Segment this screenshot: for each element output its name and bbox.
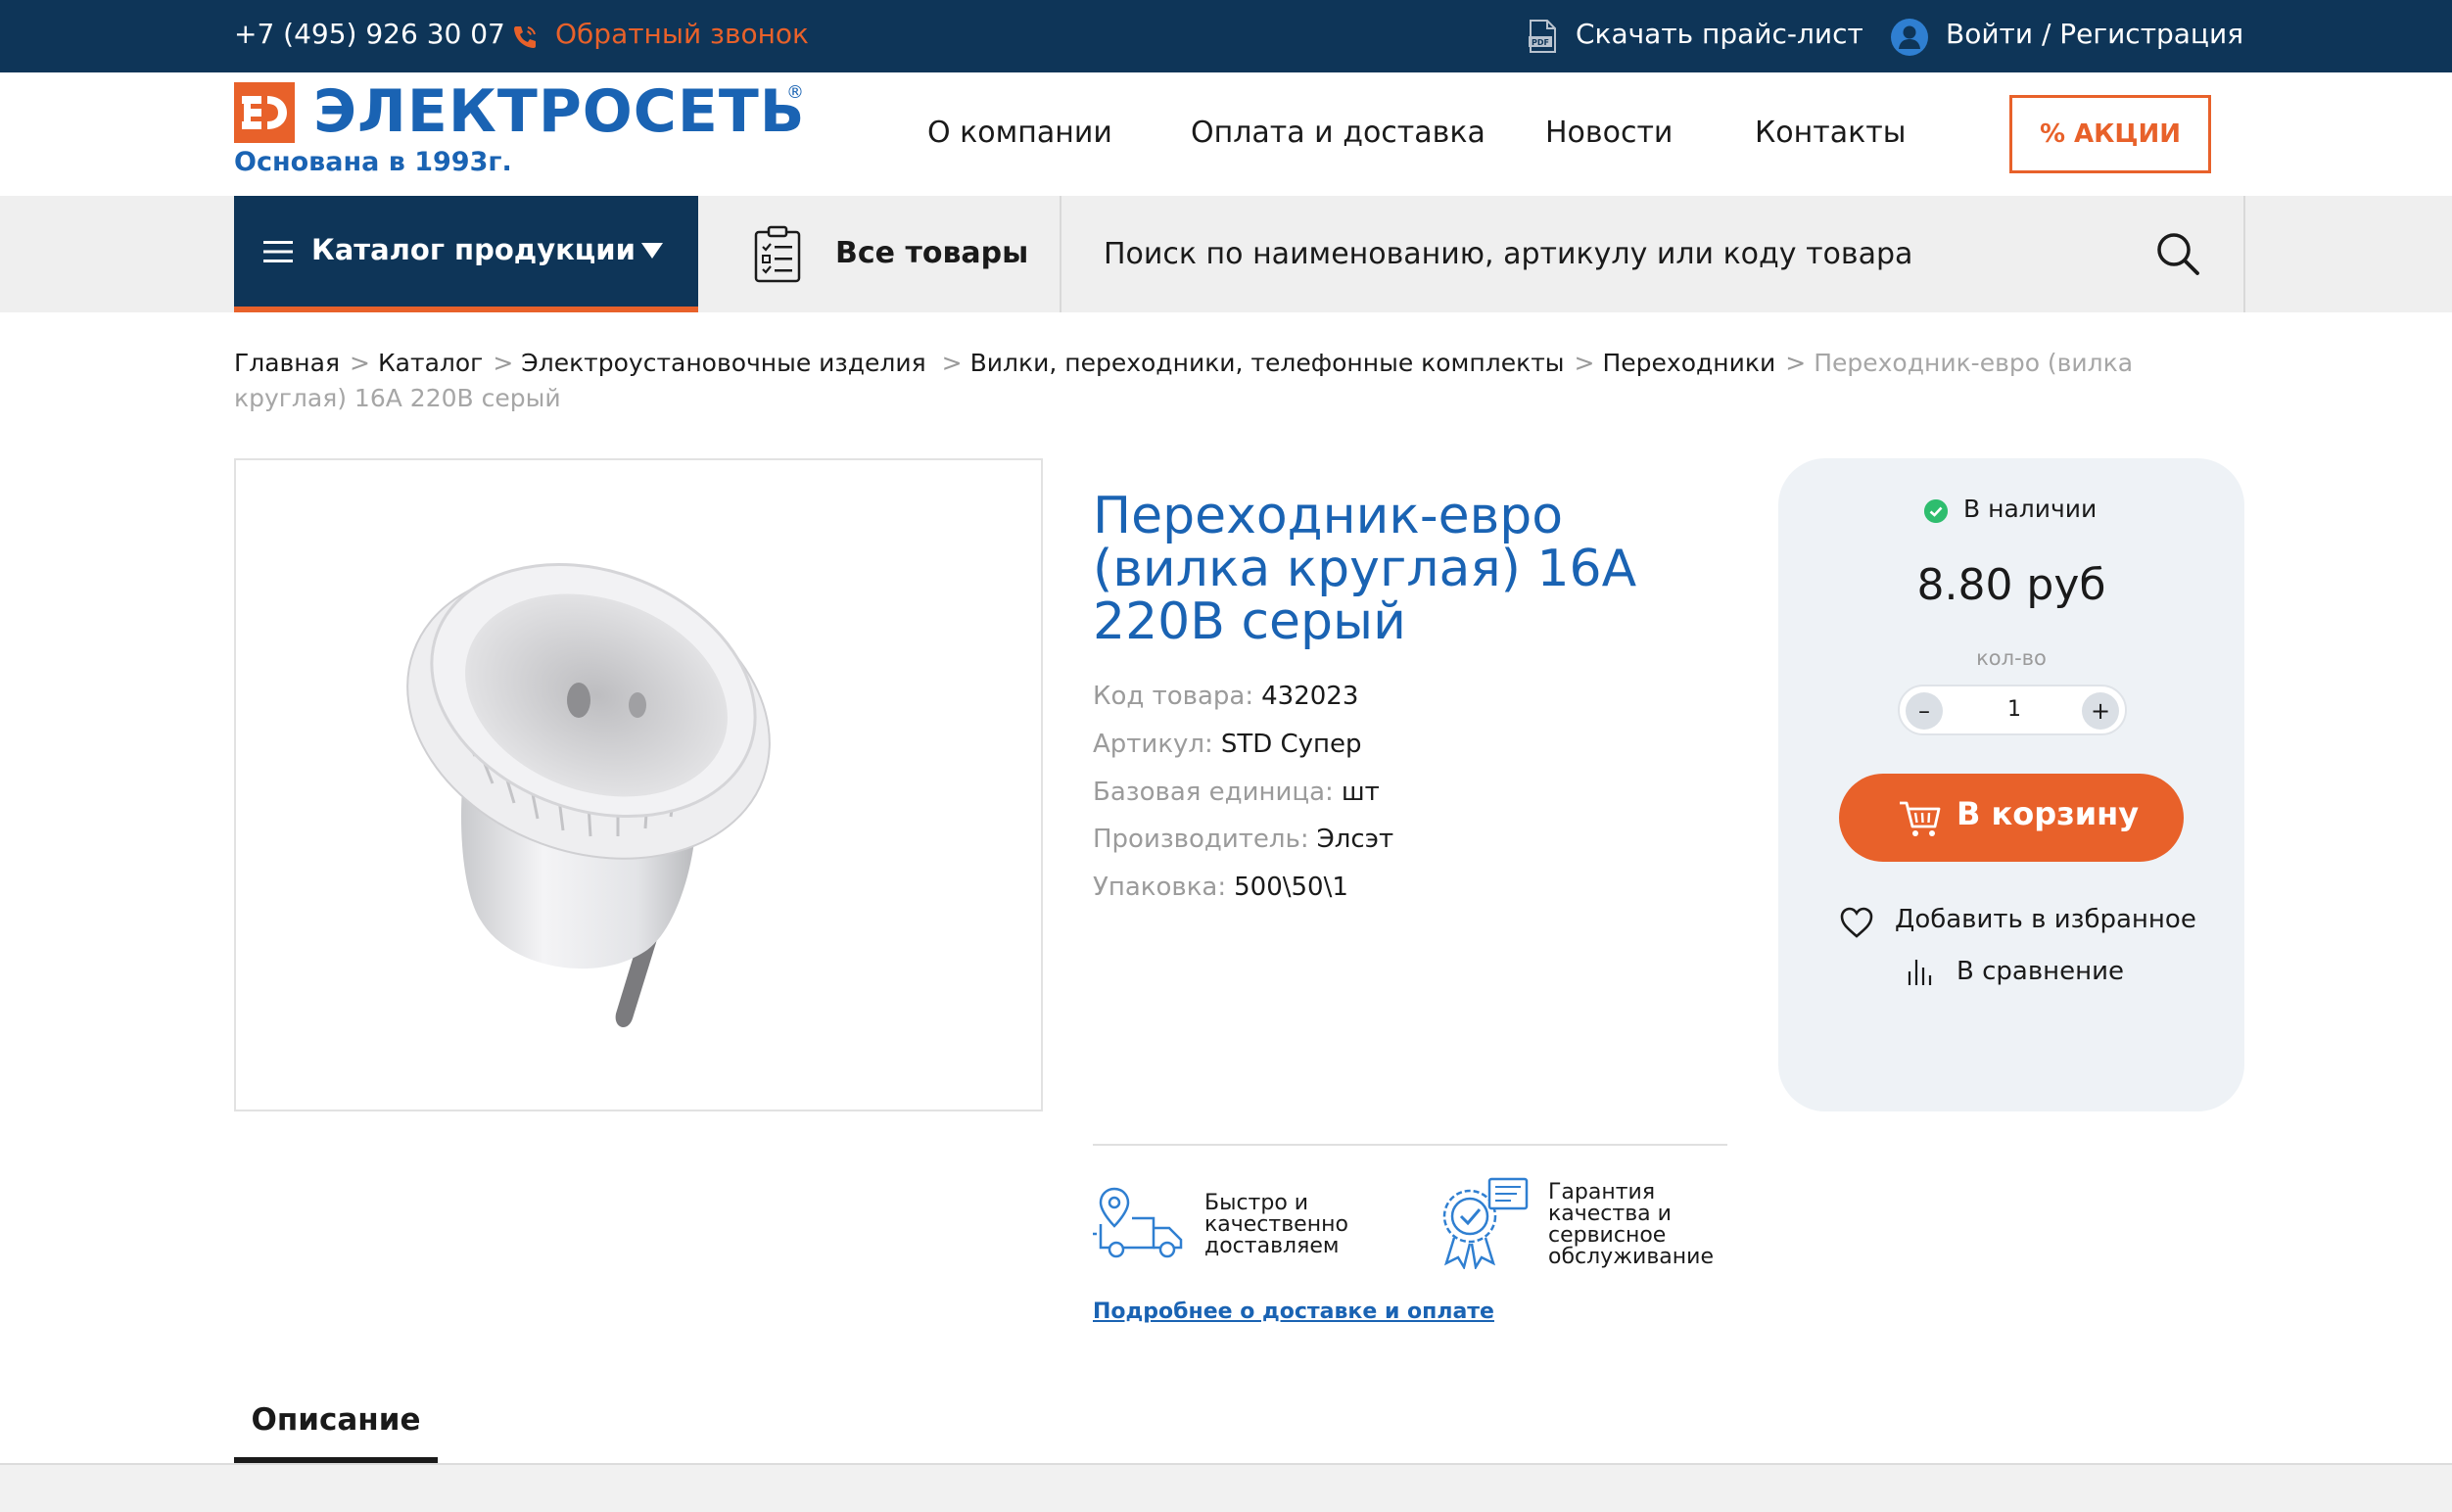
delivery-info-link[interactable]: Подробнее о доставке и оплате — [1093, 1299, 1494, 1324]
product-title: Переходник-евро (вилка круглая) 16А 220В… — [1093, 487, 1637, 651]
check-circle-icon — [1924, 499, 1948, 523]
login-register-link[interactable]: Войти / Регистрация — [1946, 18, 2243, 50]
divider — [2243, 196, 2245, 312]
logo-registered-mark: ® — [786, 82, 804, 103]
add-to-favorites-link[interactable]: Добавить в избранное — [1895, 905, 2196, 934]
pdf-file-icon[interactable]: PDF — [1526, 19, 1559, 54]
search-icon[interactable] — [2154, 230, 2201, 277]
prop-code: Код товара: 432023 — [1093, 682, 1358, 711]
tab-description[interactable]: Описание — [234, 1402, 438, 1438]
prop-unit: Базовая единица: шт — [1093, 778, 1380, 807]
breadcrumb-separator: > — [941, 349, 963, 377]
prop-manufacturer: Производитель: Элсэт — [1093, 825, 1393, 854]
nav-news[interactable]: Новости — [1545, 116, 1673, 150]
breadcrumb-home[interactable]: Главная — [234, 349, 340, 377]
catalog-button[interactable]: Каталог продукции — [234, 196, 698, 312]
prop-label: Артикул: — [1093, 730, 1213, 759]
add-to-cart-label: В корзину — [1957, 795, 2140, 832]
add-to-cart-button[interactable]: В корзину — [1839, 774, 2184, 862]
phone-number[interactable]: +7 (495) 926 30 07 — [234, 18, 505, 50]
divider — [1060, 196, 1061, 312]
logo-mark-icon[interactable] — [234, 82, 295, 143]
breadcrumb-separator: > — [493, 349, 514, 377]
prop-label: Упаковка: — [1093, 873, 1227, 902]
callback-link[interactable]: Обратный звонок — [555, 18, 809, 50]
quantity-increase-button[interactable]: + — [2082, 692, 2119, 730]
prop-label: Базовая единица: — [1093, 778, 1334, 807]
delivery-truck-icon — [1093, 1187, 1183, 1258]
menu-icon — [263, 241, 293, 262]
clipboard-list-icon[interactable] — [753, 225, 802, 284]
quantity-decrease-button[interactable]: – — [1906, 692, 1943, 730]
prop-label: Производитель: — [1093, 825, 1309, 854]
logo-tagline: Основана в 1993г. — [234, 147, 512, 177]
breadcrumb-separator: > — [1574, 349, 1595, 377]
tab-content-area — [0, 1465, 2452, 1512]
stock-status: В наличии — [1963, 495, 2098, 523]
divider — [1093, 1144, 1727, 1146]
svg-text:PDF: PDF — [1532, 38, 1549, 47]
catalog-button-label: Каталог продукции — [311, 233, 636, 266]
feature-quality-text: Гарантия качества и сервисное обслуживан… — [1548, 1180, 1714, 1269]
phone-call-icon[interactable] — [509, 22, 541, 53]
quantity-label: кол-во — [1976, 646, 2047, 670]
cart-icon — [1900, 801, 1941, 836]
download-pricelist-link[interactable]: Скачать прайс-лист — [1576, 18, 1863, 50]
quality-badge-icon — [1442, 1177, 1529, 1269]
quantity-stepper: – 1 + — [1898, 685, 2127, 735]
breadcrumb-separator: > — [349, 349, 370, 377]
heart-icon[interactable] — [1839, 906, 1874, 939]
prop-package: Упаковка: 500\50\1 — [1093, 873, 1348, 902]
all-goods-link[interactable]: Все товары — [835, 236, 1028, 270]
prop-value: Элсэт — [1316, 825, 1394, 854]
breadcrumb-catalog[interactable]: Каталог — [378, 349, 483, 377]
search-input[interactable]: Поиск по наименованию, артикулу или коду… — [1104, 237, 1912, 271]
add-to-compare-link[interactable]: В сравнение — [1957, 957, 2124, 986]
nav-payment-delivery[interactable]: Оплата и доставка — [1191, 116, 1485, 150]
breadcrumb: Главная > Каталог > Электроустановочные изде… — [234, 346, 2232, 416]
prop-value: 500\50\1 — [1234, 873, 1348, 902]
compare-icon[interactable] — [1906, 958, 1933, 987]
breadcrumb-electrical[interactable]: Электроустановочные изделия — [521, 349, 925, 377]
caret-down-icon — [641, 243, 663, 259]
promo-button[interactable]: % АКЦИИ — [2009, 95, 2211, 173]
product-image — [406, 562, 771, 1028]
product-image-frame[interactable] — [234, 458, 1043, 1111]
logo-wordmark[interactable]: ЭЛЕКТРОСЕТЬ — [313, 76, 805, 147]
breadcrumb-plugs[interactable]: Вилки, переходники, телефонные комплекты — [970, 349, 1565, 377]
quantity-input[interactable]: 1 — [1958, 686, 2070, 733]
top-bar: +7 (495) 926 30 07 Обратный звонок PDF С… — [0, 0, 2452, 72]
prop-value: шт — [1341, 778, 1380, 807]
prop-value: 432023 — [1261, 682, 1359, 711]
product-price: 8.80 руб — [1916, 560, 2106, 610]
nav-contacts[interactable]: Контакты — [1755, 116, 1906, 150]
prop-value: STD Супер — [1220, 730, 1362, 759]
user-icon[interactable] — [1890, 18, 1929, 57]
breadcrumb-separator: > — [1785, 349, 1807, 377]
prop-article: Артикул: STD Супер — [1093, 730, 1362, 759]
breadcrumb-adapters[interactable]: Переходники — [1602, 349, 1775, 377]
feature-delivery-text: Быстро и качественно доставляем — [1204, 1191, 1348, 1258]
nav-about[interactable]: О компании — [927, 116, 1112, 150]
prop-label: Код товара: — [1093, 682, 1254, 711]
